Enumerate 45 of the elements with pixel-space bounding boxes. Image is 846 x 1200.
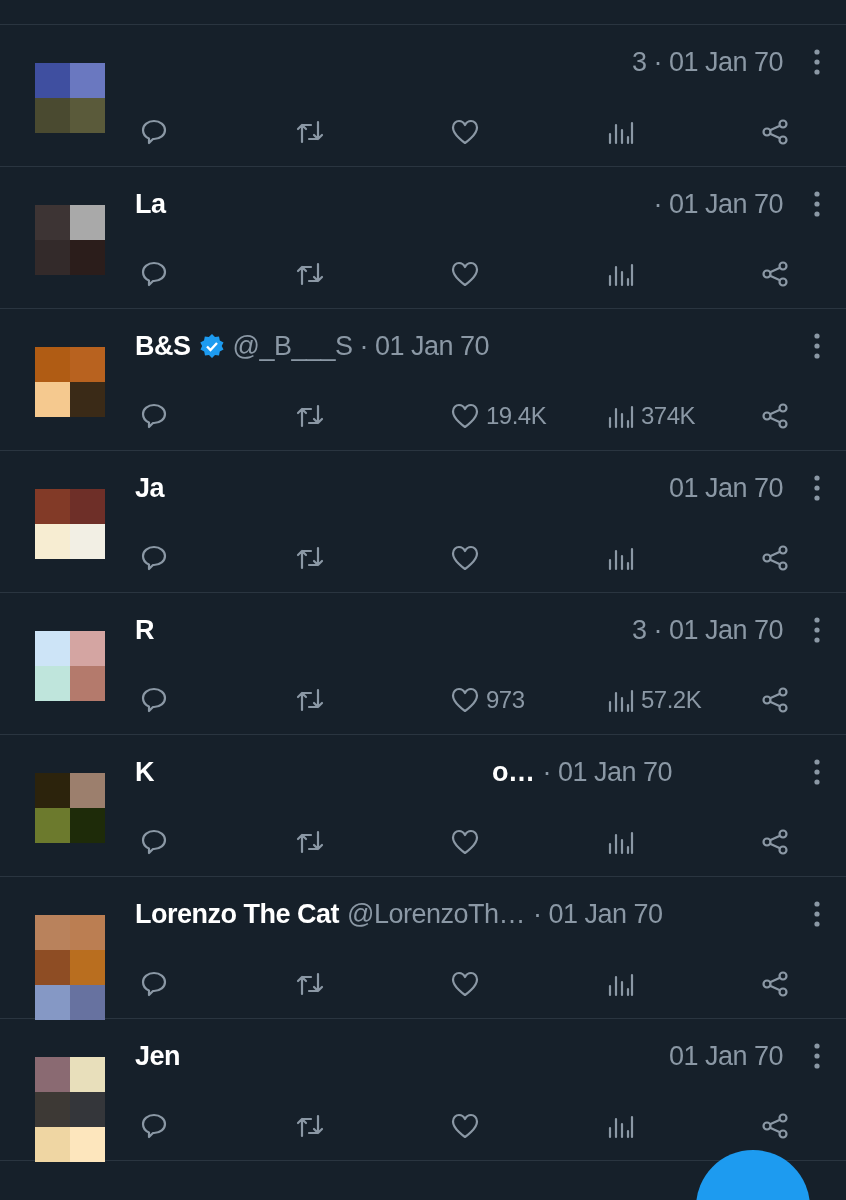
share-icon[interactable] xyxy=(760,1111,790,1141)
post-date: 3 · 01 Jan 70 xyxy=(631,46,783,78)
post-date: · 01 Jan 70 xyxy=(653,188,783,220)
author-name: K xyxy=(135,756,154,788)
share-icon[interactable] xyxy=(760,685,790,715)
author-name: Lorenzo The Cat xyxy=(135,898,339,930)
more-options-icon[interactable] xyxy=(813,758,821,786)
more-options-icon[interactable] xyxy=(813,900,821,928)
share-icon[interactable] xyxy=(760,117,790,147)
like-count: 973 xyxy=(486,686,525,714)
view-count: 374K xyxy=(641,402,696,430)
heart-icon[interactable] xyxy=(450,543,480,573)
heart-icon[interactable] xyxy=(450,685,480,715)
post-date: 01 Jan 70 xyxy=(668,1040,783,1072)
more-options-icon[interactable] xyxy=(813,48,821,76)
share-icon[interactable] xyxy=(760,259,790,289)
author-name: La xyxy=(135,188,166,220)
post-date: 3 · 01 Jan 70 xyxy=(631,614,783,646)
more-options-icon[interactable] xyxy=(813,1042,821,1070)
heart-icon[interactable] xyxy=(450,1111,480,1141)
heart-icon[interactable] xyxy=(450,401,480,431)
more-options-icon[interactable] xyxy=(813,474,821,502)
author-handle: @LorenzoTh… xyxy=(347,898,525,930)
post-date: · 01 Jan 70 xyxy=(542,756,673,788)
view-count: 57.2K xyxy=(641,686,702,714)
share-icon[interactable] xyxy=(760,969,790,999)
post-date: · 01 Jan 70 xyxy=(533,898,663,930)
share-icon[interactable] xyxy=(760,543,790,573)
post-date: @_B___S · 01 Jan 70 xyxy=(232,330,490,362)
heart-icon[interactable] xyxy=(450,969,480,999)
author-name: Ja xyxy=(135,472,165,504)
author-name: o… xyxy=(492,756,535,788)
share-icon[interactable] xyxy=(760,401,790,431)
share-icon[interactable] xyxy=(760,827,790,857)
post-date: 01 Jan 70 xyxy=(668,472,783,504)
more-options-icon[interactable] xyxy=(813,190,821,218)
heart-icon[interactable] xyxy=(450,259,480,289)
more-options-icon[interactable] xyxy=(813,332,821,360)
like-count: 19.4K xyxy=(486,402,547,430)
author-name: Jen xyxy=(135,1040,181,1072)
author-name: B&S xyxy=(135,330,191,362)
more-options-icon[interactable] xyxy=(813,616,821,644)
heart-icon[interactable] xyxy=(450,117,480,147)
heart-icon[interactable] xyxy=(450,827,480,857)
author-name: R xyxy=(135,614,154,646)
